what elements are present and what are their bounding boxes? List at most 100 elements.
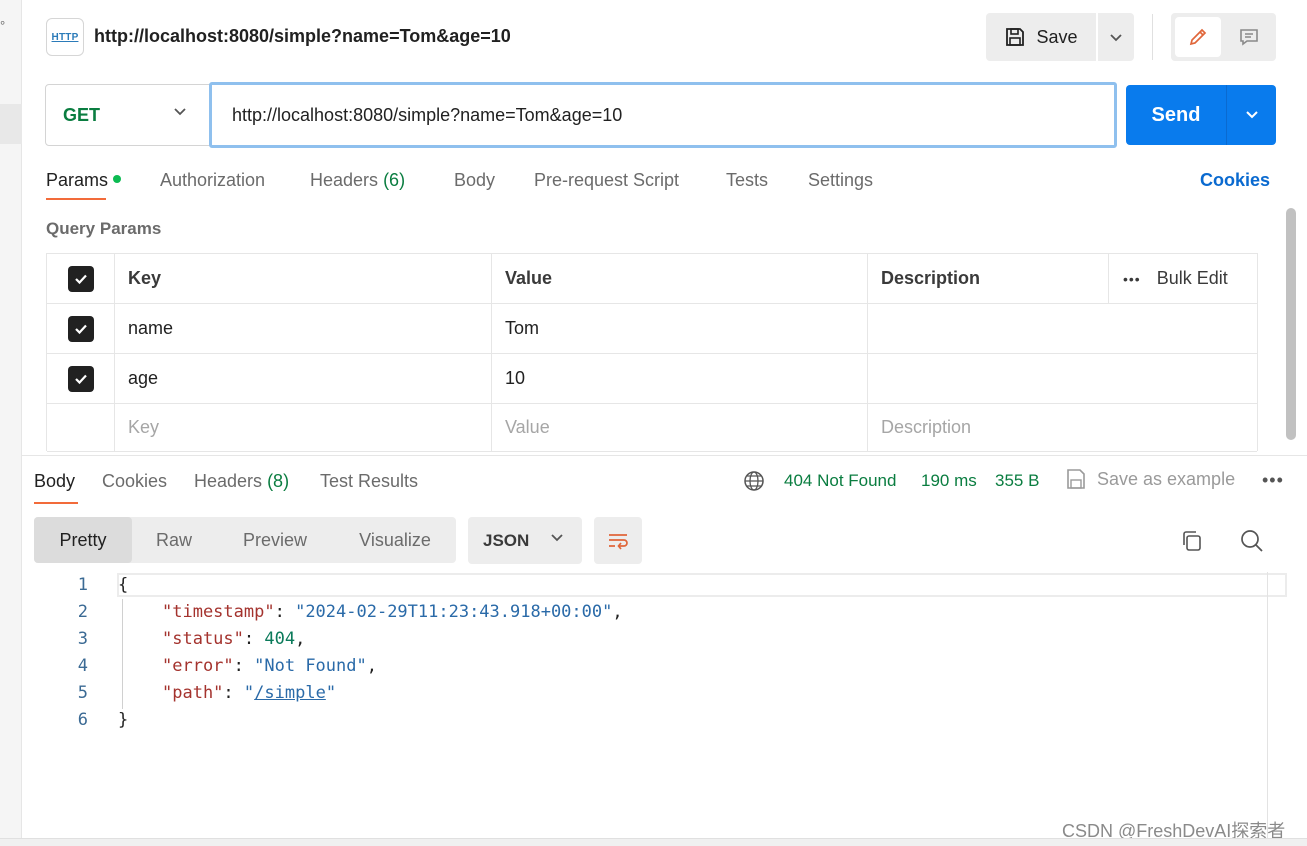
tab-body[interactable]: Body [454,170,495,191]
new-value-input[interactable]: Value [492,404,868,451]
send-group: Send [1126,85,1276,145]
tab-params-label: Params [46,170,109,190]
row-checkbox-cell [47,304,115,353]
param-key-cell[interactable]: age [115,354,492,403]
save-button[interactable]: Save [986,13,1096,61]
view-preview[interactable]: Preview [216,517,334,563]
response-size[interactable]: 355 B [995,471,1039,491]
tab-authorization[interactable]: Authorization [160,170,265,191]
tab-params[interactable]: Params [46,170,122,191]
code-line: "error": "Not Found", [162,656,377,676]
response-tab-body[interactable]: Body [34,471,75,492]
active-response-tab-underline [34,502,78,504]
new-description-input[interactable]: Description [868,404,1257,451]
json-key: "path" [162,683,224,703]
json-string: "2024-02-29T11:23:43.918+00:00" [295,602,613,622]
response-tab-cookies[interactable]: Cookies [102,471,167,492]
json-path-link[interactable]: /simple [254,683,326,703]
wrap-lines-icon [609,533,628,550]
json-key: "status" [162,629,244,649]
new-key-input[interactable]: Key [115,404,492,451]
line-number: 1 [77,575,88,595]
tab-prerequest-script[interactable]: Pre-request Script [534,170,679,191]
request-title[interactable]: http://localhost:8080/simple?name=Tom&ag… [94,26,511,47]
header-divider [1152,14,1153,60]
param-value-cell[interactable]: Tom [492,304,868,353]
send-options-button[interactable] [1227,85,1276,145]
params-active-dot [113,175,122,183]
current-line-highlight [117,573,1287,597]
response-time[interactable]: 190 ms [921,471,977,491]
more-options-icon[interactable]: ••• [1123,271,1141,287]
column-header-description: Description [868,254,1109,303]
request-scrollbar[interactable] [1286,208,1296,440]
table-row: age 10 [47,354,1257,404]
method-select[interactable]: GET [45,84,210,146]
checkbox-icon[interactable] [67,265,94,292]
code-line: { [118,575,128,595]
json-number: 404 [264,629,296,649]
mode-toggle-group [1171,13,1276,61]
json-open-brace: { [118,575,129,595]
wrap-lines-button[interactable] [594,517,642,564]
json-quote: " [243,683,255,703]
json-close-brace: } [118,710,129,730]
response-tab-headers[interactable]: Headers (8) [194,471,289,492]
param-description-cell[interactable] [868,354,1257,403]
response-more-icon[interactable]: ••• [1262,470,1284,491]
save-as-example-button[interactable]: Save as example [1097,469,1235,490]
param-description-cell[interactable] [868,304,1257,353]
chevron-down-icon [1245,111,1258,119]
tab-settings[interactable]: Settings [808,170,873,191]
format-label: JSON [483,530,530,550]
pane-divider[interactable] [22,455,1307,456]
response-tab-headers-label: Headers [194,471,263,491]
sidebar-selected-marker[interactable] [0,104,22,144]
row-checkbox-cell [47,404,115,451]
save-group: Save [986,13,1134,61]
row-checkbox-cell [47,354,115,403]
query-params-title: Query Params [46,219,162,238]
query-params-table: Key Value Description ••• Bulk Edit name… [46,253,1258,452]
save-label: Save [1036,26,1078,47]
save-options-button[interactable] [1098,13,1134,61]
send-button[interactable]: Send [1126,85,1226,145]
comment-mode-button[interactable] [1226,17,1272,57]
view-pretty[interactable]: Pretty [34,517,132,563]
tab-tests[interactable]: Tests [726,170,768,191]
sidebar-strip: ° [0,0,22,846]
param-value-cell[interactable]: 10 [492,354,868,403]
table-row-empty: Key Value Description [47,404,1257,452]
checkbox-icon[interactable] [67,365,94,392]
response-tab-test-results[interactable]: Test Results [320,471,418,492]
pencil-icon [1189,28,1207,46]
request-tabs: Params Authorization Headers (6) Body Pr… [46,168,1276,200]
checkbox-icon[interactable] [67,315,94,342]
response-tab-headers-count: (8) [267,471,290,491]
json-key: "error" [162,656,234,676]
active-tab-underline [46,198,106,200]
sidebar-glyph: ° [0,18,6,33]
code-line: "timestamp": "2024-02-29T11:23:43.918+00… [162,602,623,622]
param-key-cell[interactable]: name [115,304,492,353]
format-select[interactable]: JSON [468,517,582,564]
http-icon: HTTP [46,18,84,56]
copy-icon[interactable] [1180,529,1204,553]
bulk-edit-button[interactable]: Bulk Edit [1157,268,1228,289]
tab-headers[interactable]: Headers (6) [310,170,405,191]
cookies-link[interactable]: Cookies [1200,170,1270,191]
search-icon[interactable] [1239,528,1265,554]
method-label: GET [63,104,101,125]
view-visualize[interactable]: Visualize [334,517,456,563]
edit-mode-button[interactable] [1175,17,1221,57]
editor-right-border [1267,572,1268,840]
json-key: "timestamp" [162,602,275,622]
tab-headers-count: (6) [383,170,406,190]
line-number: 2 [77,602,88,622]
save-icon [1006,28,1025,46]
json-string: "Not Found" [254,656,367,676]
view-raw[interactable]: Raw [132,517,216,563]
status-code[interactable]: 404 Not Found [784,471,896,491]
globe-icon[interactable] [743,470,765,492]
url-input[interactable]: http://localhost:8080/simple?name=Tom&ag… [209,82,1117,148]
